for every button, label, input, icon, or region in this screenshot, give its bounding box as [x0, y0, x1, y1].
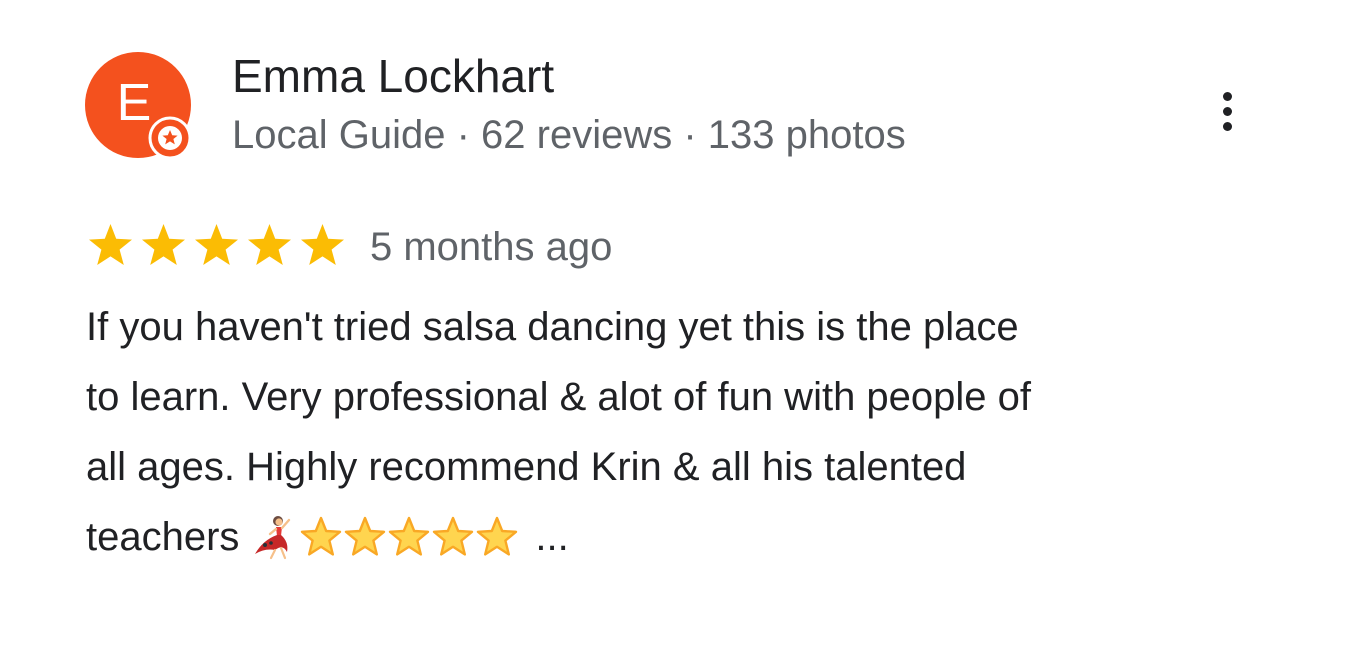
star-emoji-icon — [433, 516, 474, 556]
read-more-ellipsis[interactable]: ... — [535, 502, 568, 572]
avatar-letter: E — [116, 74, 152, 132]
woman-dancing-icon — [255, 516, 291, 560]
review-card: E Emma Lockhart Local Guide · 62 reviews… — [0, 0, 1346, 666]
review-text-line: to learn. Very professional & alot of fu… — [86, 375, 1032, 419]
emoji-stars — [299, 515, 519, 559]
review-text-line: all ages. Highly recommend Krin & all hi… — [86, 445, 967, 489]
more-options-button[interactable] — [1204, 84, 1252, 140]
star-icon — [248, 224, 291, 265]
review-text-line: If you haven't tried salsa dancing yet t… — [86, 305, 1019, 349]
more-vertical-icon-dot — [1223, 122, 1232, 131]
star-emoji-icon — [389, 516, 430, 556]
more-vertical-icon-dot — [1223, 92, 1232, 101]
review-text-line: teachers — [86, 515, 240, 559]
reviewer-name[interactable]: Emma Lockhart — [232, 48, 554, 104]
star-emoji-icon — [301, 516, 342, 556]
reviewer-meta: Local Guide · 62 reviews · 133 photos — [232, 113, 906, 157]
star-icon — [89, 224, 132, 265]
star-icon — [195, 224, 238, 265]
review-date: 5 months ago — [370, 225, 613, 269]
star-emoji-icon — [477, 516, 518, 556]
star-icon — [142, 224, 185, 265]
star-icon — [301, 224, 344, 265]
star-emoji-icon — [345, 516, 386, 556]
review-text-last-line: teachers ... — [86, 502, 1286, 572]
local-guide-star-icon — [148, 116, 192, 160]
review-text: If you haven't tried salsa dancing yet t… — [86, 292, 1286, 572]
star-rating — [86, 222, 347, 270]
more-vertical-icon-dot — [1223, 107, 1232, 116]
